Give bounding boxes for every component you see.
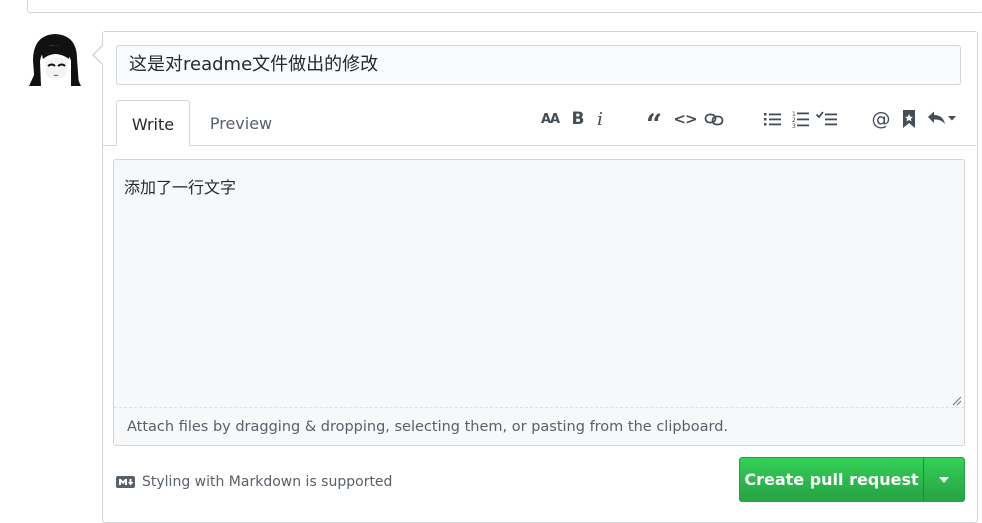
svg-text:3: 3 [792, 123, 796, 128]
tab-write[interactable]: Write [116, 100, 190, 146]
chevron-down-icon [939, 476, 949, 483]
avatar-image [27, 31, 82, 86]
bullet-list-icon[interactable] [761, 107, 783, 131]
resize-handle-icon[interactable] [952, 396, 962, 406]
link-icon[interactable] [702, 107, 726, 131]
title-input[interactable]: 这是对readme文件做出的修改 [116, 45, 961, 85]
text-size-glyph: AA [540, 111, 560, 127]
quote-icon[interactable]: “ [642, 107, 666, 139]
quote-glyph: “ [645, 108, 663, 141]
markdown-note-text: Styling with Markdown is supported [142, 474, 393, 490]
task-list-icon[interactable] [814, 107, 838, 131]
code-glyph: <> [673, 110, 697, 128]
markdown-support-note[interactable]: Styling with Markdown is supported [116, 472, 392, 492]
create-pull-request-button[interactable]: Create pull request [740, 458, 923, 501]
code-icon[interactable]: <> [673, 107, 697, 131]
text-size-icon[interactable]: AA [538, 107, 562, 131]
create-pr-button-group: Create pull request [739, 457, 965, 502]
comment-body-textarea[interactable]: 添加了一行文字 Attach files by dragging & dropp… [113, 159, 965, 446]
comment-caret-inner [94, 46, 103, 64]
numbered-list-icon[interactable]: 1 2 3 [789, 107, 811, 131]
reply-icon[interactable] [926, 107, 958, 131]
markdown-icon [116, 476, 135, 488]
mention-icon[interactable]: @ [870, 107, 892, 131]
body-text: 添加了一行文字 [124, 178, 237, 197]
previous-panel-edge [27, 0, 982, 13]
bold-icon[interactable]: B [568, 107, 588, 131]
create-pr-options-dropdown[interactable] [923, 458, 964, 501]
italic-glyph: i [597, 108, 603, 130]
avatar[interactable] [27, 31, 82, 86]
italic-icon[interactable]: i [592, 107, 608, 131]
tab-preview[interactable]: Preview [200, 100, 282, 146]
file-attach-hint[interactable]: Attach files by dragging & dropping, sel… [114, 407, 964, 445]
bold-glyph: B [571, 109, 585, 129]
mention-glyph: @ [871, 108, 891, 130]
saved-reply-icon[interactable] [899, 107, 919, 131]
